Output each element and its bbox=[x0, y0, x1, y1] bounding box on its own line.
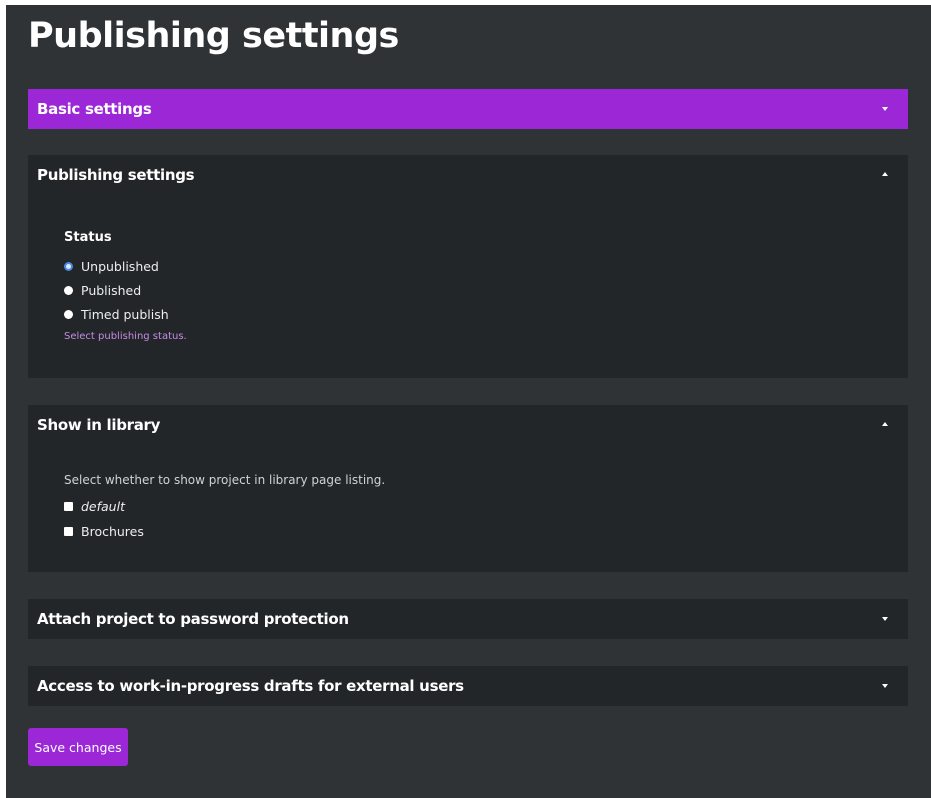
show-in-library-panel: Show in library Select whether to show p… bbox=[28, 405, 908, 572]
status-option-unpublished[interactable]: Unpublished bbox=[64, 257, 159, 275]
password-protection-header[interactable]: Attach project to password protection bbox=[28, 599, 908, 639]
status-label: Status bbox=[64, 230, 112, 245]
library-option-label: default bbox=[81, 498, 125, 514]
caret-up-icon bbox=[882, 422, 888, 426]
status-help-text: Select publishing status. bbox=[64, 331, 187, 342]
status-option-label: Timed publish bbox=[81, 306, 169, 322]
caret-down-icon bbox=[882, 107, 888, 111]
save-changes-button[interactable]: Save changes bbox=[28, 728, 128, 766]
password-protection-title: Attach project to password protection bbox=[37, 610, 349, 628]
library-option-label: Brochures bbox=[81, 523, 144, 539]
checkbox[interactable] bbox=[64, 526, 73, 536]
status-option-published[interactable]: Published bbox=[64, 281, 141, 299]
checkbox[interactable] bbox=[64, 501, 73, 511]
publishing-settings-header[interactable]: Publishing settings bbox=[28, 155, 908, 195]
status-option-timed-publish[interactable]: Timed publish bbox=[64, 305, 169, 323]
library-description: Select whether to show project in librar… bbox=[64, 473, 386, 487]
basic-settings-panel: Basic settings bbox=[28, 89, 908, 129]
caret-down-icon bbox=[882, 684, 888, 688]
publishing-settings-panel: Publishing settings Status Unpublished P… bbox=[28, 155, 908, 378]
drafts-access-title: Access to work-in-progress drafts for ex… bbox=[37, 677, 464, 695]
settings-page: Publishing settings Basic settings Publi… bbox=[6, 5, 931, 798]
publishing-settings-title: Publishing settings bbox=[37, 166, 195, 184]
radio-button[interactable] bbox=[64, 285, 73, 295]
page-title: Publishing settings bbox=[28, 16, 399, 56]
radio-button-checked[interactable] bbox=[64, 261, 73, 271]
library-option-default[interactable]: default bbox=[64, 497, 125, 515]
status-option-label: Unpublished bbox=[81, 258, 159, 274]
password-protection-panel: Attach project to password protection bbox=[28, 599, 908, 639]
basic-settings-title: Basic settings bbox=[37, 100, 152, 118]
caret-down-icon bbox=[882, 617, 888, 621]
status-option-label: Published bbox=[81, 282, 142, 298]
drafts-access-panel: Access to work-in-progress drafts for ex… bbox=[28, 666, 908, 706]
show-in-library-title: Show in library bbox=[37, 416, 161, 434]
radio-button[interactable] bbox=[64, 309, 73, 319]
drafts-access-header[interactable]: Access to work-in-progress drafts for ex… bbox=[28, 666, 908, 706]
caret-up-icon bbox=[882, 172, 888, 176]
basic-settings-header[interactable]: Basic settings bbox=[28, 89, 908, 129]
show-in-library-header[interactable]: Show in library bbox=[28, 405, 908, 445]
library-option-brochures[interactable]: Brochures bbox=[64, 522, 144, 540]
